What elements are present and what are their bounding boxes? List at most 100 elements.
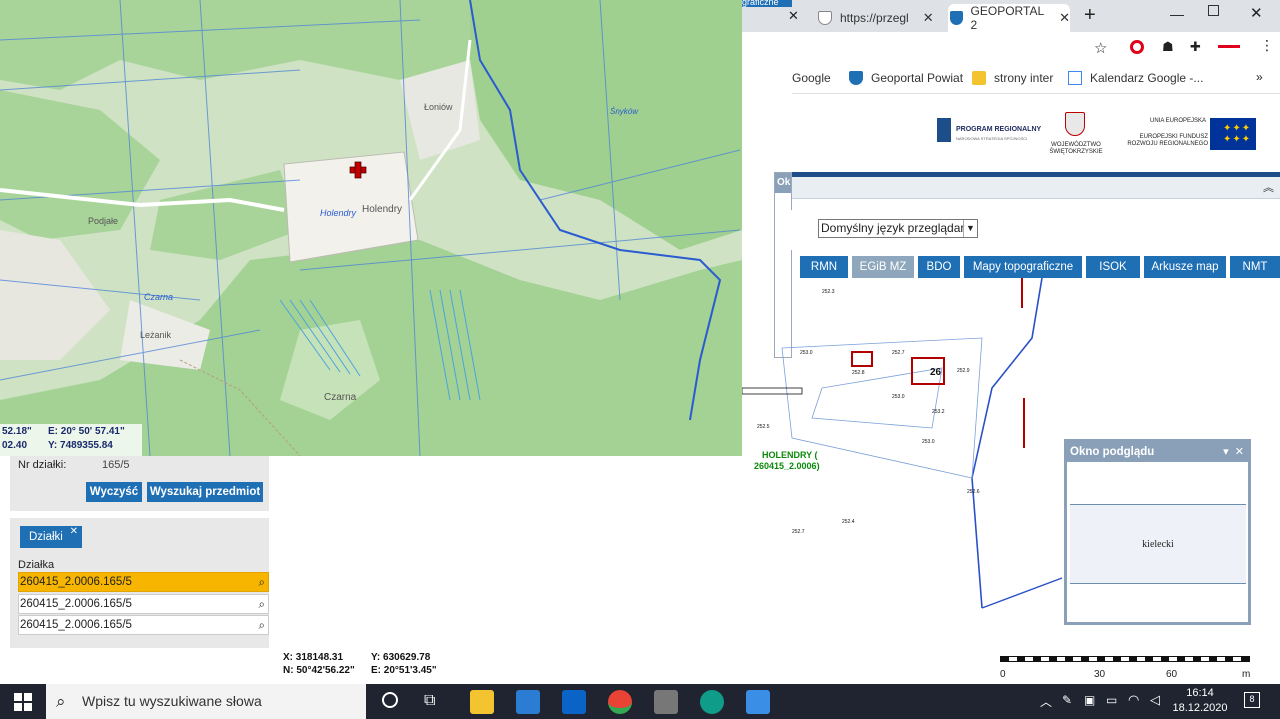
map-label-czarna-blue: Czarna bbox=[144, 292, 173, 302]
program-text: PROGRAM REGIONALNY bbox=[956, 126, 1042, 133]
map-label-czarna: Czarna bbox=[324, 392, 357, 403]
row-value: 260415_2.0006.165/5 bbox=[20, 619, 132, 631]
table-row[interactable]: 260415_2.0006.165/5 ⌕ bbox=[18, 572, 269, 592]
tab-geoportal[interactable]: GEOPORTAL 2 ✕ bbox=[948, 4, 1070, 32]
close-tab-icon[interactable]: ✕ bbox=[70, 521, 78, 543]
svg-text:26: 26 bbox=[930, 367, 942, 378]
shield-icon bbox=[818, 11, 832, 25]
opera-icon[interactable] bbox=[1130, 40, 1144, 54]
bookmark-geoportal-powiat[interactable]: Geoportal Powiat bbox=[849, 71, 963, 85]
nav-bdo[interactable]: BDO bbox=[918, 256, 960, 278]
search-button[interactable]: Wyszukaj przedmiot bbox=[147, 482, 263, 502]
nr-dzialki-value[interactable]: 165/5 bbox=[102, 459, 130, 471]
calendar-icon bbox=[1068, 71, 1082, 85]
map-coordinate-readout: 52.18" E: 20° 50' 57.41" 02.40 Y: 748935… bbox=[0, 424, 142, 456]
chevron-down-icon[interactable]: ▾ bbox=[1223, 446, 1229, 458]
map-label-snykow: Śnyków bbox=[610, 107, 639, 116]
file-explorer-icon[interactable] bbox=[470, 690, 494, 714]
more-bookmarks-icon[interactable]: » bbox=[1256, 70, 1263, 84]
bookmark-strony-inter[interactable]: strony inter bbox=[972, 71, 1053, 85]
profile-icon[interactable] bbox=[1218, 45, 1240, 48]
close-window-icon[interactable]: ✕ bbox=[1250, 4, 1263, 22]
clear-button[interactable]: Wyczyść bbox=[86, 482, 142, 502]
puzzle-icon[interactable]: ✚ bbox=[1190, 39, 1201, 55]
volume-icon[interactable]: ◁ bbox=[1150, 692, 1160, 708]
task-view-icon[interactable]: ⧉ bbox=[424, 692, 435, 710]
clock[interactable]: 16:14 18.12.2020 bbox=[1172, 686, 1228, 716]
preview-header[interactable]: Okno podglądu ▾ ✕ bbox=[1067, 442, 1248, 462]
search-icon: ⌕ bbox=[56, 692, 66, 711]
wifi-icon[interactable]: ◠ bbox=[1128, 692, 1139, 708]
scale-bar-top bbox=[742, 387, 803, 395]
scale-label: 60 bbox=[1166, 669, 1178, 680]
language-select[interactable]: Domyślny język przeglądar ▼ bbox=[818, 219, 978, 238]
minimize-icon[interactable]: — bbox=[1170, 6, 1184, 22]
meet-icon[interactable]: ▣ bbox=[1084, 693, 1095, 707]
scale-bar: 0 30 60 m bbox=[1000, 654, 1250, 684]
bookmark-kalendarz[interactable]: Kalendarz Google -... bbox=[1068, 71, 1203, 85]
tab-label: GEOPORTAL 2 bbox=[970, 4, 1044, 32]
results-panel: Działki ✕ Działka 260415_2.0006.165/5 ⌕ … bbox=[10, 518, 269, 648]
nav-nmt[interactable]: NMT bbox=[1230, 256, 1280, 278]
bookmark-star-icon[interactable]: ☆ bbox=[1094, 39, 1107, 57]
tab-strip: graficzne ✕ https://przegl ✕ GEOPORTAL 2… bbox=[742, 0, 1280, 32]
search-panel: Nr działki: 165/5 Wyczyść Wyszukaj przed… bbox=[10, 456, 269, 511]
close-icon[interactable]: ✕ bbox=[1235, 446, 1244, 458]
close-icon[interactable]: ✕ bbox=[788, 8, 799, 24]
map-label-lezanik: Leżanik bbox=[140, 330, 172, 340]
preview-controls: ▾ ✕ bbox=[1223, 442, 1244, 462]
coord-y: Y: 630629.78 bbox=[371, 652, 431, 663]
shield-icon bbox=[950, 11, 963, 25]
new-tab-icon[interactable]: + bbox=[1084, 4, 1096, 27]
maximize-icon[interactable] bbox=[1208, 5, 1219, 16]
svg-text:252.3: 252.3 bbox=[822, 289, 835, 295]
parcel-label-1: HOLENDRY ( bbox=[762, 450, 818, 460]
svg-text:252.8: 252.8 bbox=[852, 370, 865, 376]
coord-x: X: 318148.31 bbox=[283, 652, 344, 663]
program-sub-text: NARODOWA STRATEGIA SPÓJNOŚCI bbox=[956, 136, 1028, 141]
toolbar-strip: ︽ bbox=[792, 177, 1280, 199]
mail-icon[interactable] bbox=[516, 690, 540, 714]
outlook-icon[interactable] bbox=[562, 690, 586, 714]
zoom-to-icon[interactable]: ⌕ bbox=[259, 596, 265, 614]
tab-przegladarka[interactable]: https://przegl ✕ bbox=[818, 4, 934, 32]
extension-icon[interactable]: ☗ bbox=[1162, 39, 1174, 55]
tab-dzialki[interactable]: Działki ✕ bbox=[20, 526, 82, 548]
chrome-icon[interactable] bbox=[608, 690, 632, 714]
battery-icon[interactable]: ▭ bbox=[1106, 693, 1117, 707]
svg-text:252.5: 252.5 bbox=[757, 424, 770, 430]
close-tab-icon[interactable]: ✕ bbox=[923, 10, 934, 26]
notifications-icon[interactable]: 8 bbox=[1244, 692, 1260, 708]
nav-egib-mz[interactable]: EGiB MZ bbox=[852, 256, 914, 278]
zoom-to-icon[interactable]: ⌕ bbox=[259, 617, 265, 635]
calculator-icon[interactable] bbox=[654, 690, 678, 714]
zoom-to-icon[interactable]: ⌕ bbox=[259, 574, 265, 592]
tab-label: https://przegl bbox=[840, 11, 909, 25]
table-row[interactable]: 260415_2.0006.165/5 ⌕ bbox=[18, 615, 269, 635]
photos-icon[interactable] bbox=[746, 690, 770, 714]
shield-icon bbox=[849, 71, 863, 85]
column-header: Działka bbox=[18, 559, 55, 571]
pen-icon[interactable]: ✎ bbox=[1062, 693, 1072, 707]
chevron-up-icon[interactable]: ︿ bbox=[1040, 693, 1052, 710]
edge-icon[interactable] bbox=[700, 690, 724, 714]
scale-label: 30 bbox=[1094, 669, 1106, 680]
menu-icon[interactable]: ⋮ bbox=[1260, 37, 1274, 54]
chevron-down-icon: ▼ bbox=[963, 220, 977, 237]
nav-rmn[interactable]: RMN bbox=[800, 256, 848, 278]
collapse-icon[interactable]: ︽ bbox=[1263, 179, 1274, 195]
address-bar[interactable]: ☆ ☗ ✚ ⋮ bbox=[792, 32, 1280, 64]
taskbar-search[interactable]: ⌕ Wpisz tu wyszukiwane słowa bbox=[46, 684, 366, 719]
clock-date: 18.12.2020 bbox=[1172, 702, 1228, 714]
windows-start-icon[interactable] bbox=[14, 693, 32, 711]
svg-text:252.9: 252.9 bbox=[957, 368, 970, 374]
close-tab-icon[interactable]: ✕ bbox=[1059, 10, 1070, 26]
nav-mapy-topograficzne[interactable]: Mapy topograficzne bbox=[964, 256, 1082, 278]
nav-arkusze-map[interactable]: Arkusze map bbox=[1144, 256, 1226, 278]
nav-isok[interactable]: ISOK bbox=[1086, 256, 1140, 278]
map-label-holendry-blue: Holendry bbox=[320, 208, 357, 218]
map-canvas[interactable]: Holendry Holendry Łoniów Leżanik Czarna … bbox=[0, 0, 742, 456]
table-row[interactable]: 260415_2.0006.165/5 ⌕ bbox=[18, 594, 269, 614]
bookmark-google[interactable]: Google bbox=[792, 71, 831, 85]
cortana-icon[interactable] bbox=[382, 692, 398, 708]
